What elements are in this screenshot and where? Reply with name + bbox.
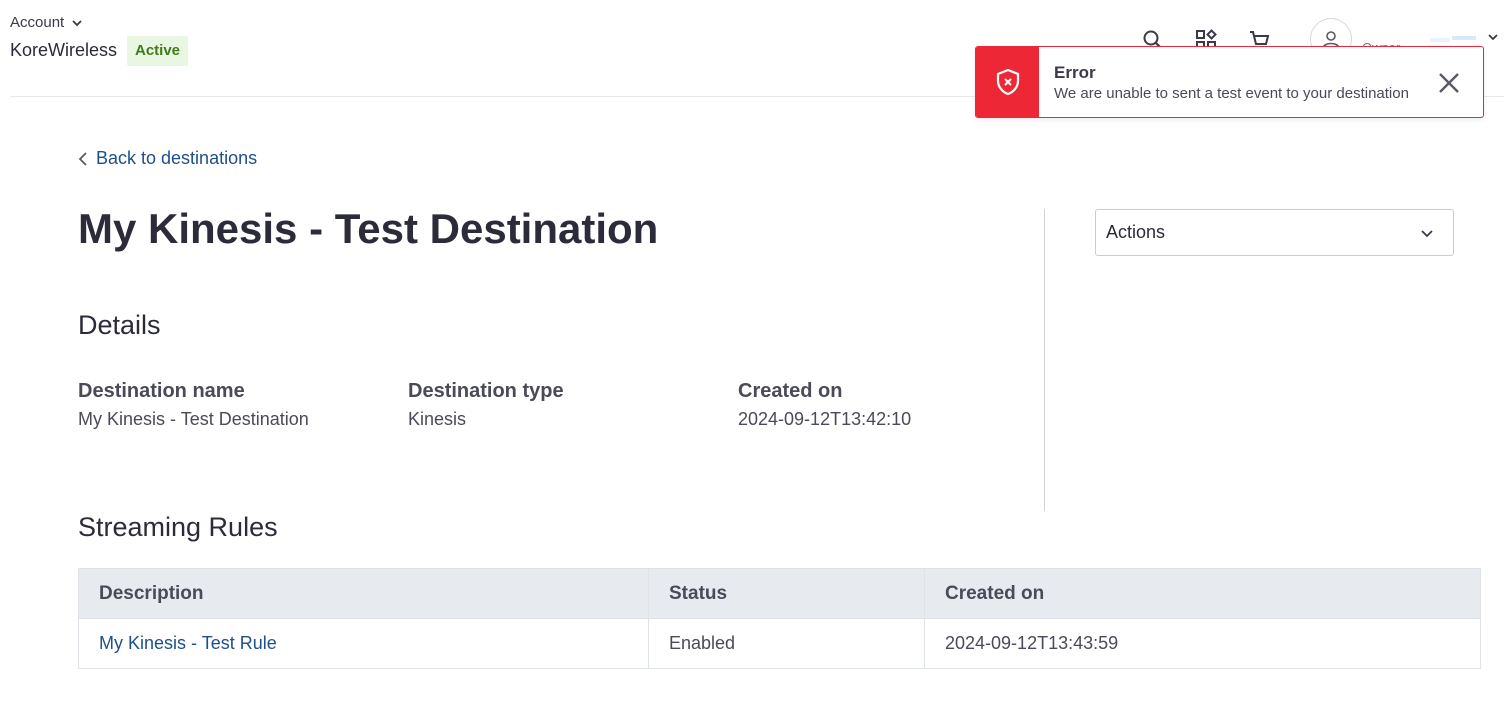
rule-status: Enabled	[648, 618, 925, 669]
page-title: My Kinesis - Test Destination	[78, 205, 659, 252]
account-name: KoreWireless	[10, 40, 118, 60]
chevron-left-icon	[78, 151, 87, 166]
details-heading: Details	[78, 310, 161, 340]
vertical-divider	[1044, 209, 1045, 511]
detail-label: Created on	[738, 380, 843, 402]
chevron-down-icon	[72, 19, 82, 26]
account-label: Account	[10, 14, 65, 31]
actions-label: Actions	[1106, 222, 1166, 242]
streaming-rules-table: Description Status Created on My Kinesis…	[78, 568, 1481, 669]
back-to-destinations-link[interactable]: Back to destinations	[78, 148, 257, 169]
detail-created-on: Created on 2024-09-12T13:42:10	[738, 380, 911, 430]
shield-error-icon	[996, 68, 1019, 96]
detail-value: Kinesis	[408, 409, 467, 429]
column-header-description[interactable]: Description	[78, 568, 649, 619]
toast-icon-strip	[976, 47, 1039, 117]
detail-label: Destination name	[78, 380, 245, 402]
toast-message: We are unable to sent a test event to yo…	[1054, 85, 1409, 102]
toast-title: Error	[1054, 63, 1096, 82]
chevron-down-icon	[1421, 229, 1433, 237]
account-switcher[interactable]: Account	[10, 14, 84, 31]
column-header-created-on[interactable]: Created on	[924, 568, 1481, 619]
status-badge: Active	[127, 36, 189, 66]
rule-description-link[interactable]: My Kinesis - Test Rule	[78, 618, 649, 669]
streaming-rules-heading: Streaming Rules	[78, 512, 278, 542]
table-header-row: Description Status Created on	[78, 568, 1481, 619]
detail-value: 2024-09-12T13:42:10	[738, 409, 912, 429]
column-header-status[interactable]: Status	[648, 568, 925, 619]
error-toast: Error We are unable to sent a test event…	[975, 46, 1484, 118]
table-row: My Kinesis - Test Rule Enabled 2024-09-1…	[78, 618, 1481, 669]
back-link-label: Back to destinations	[96, 148, 258, 168]
detail-destination-name: Destination name My Kinesis - Test Desti…	[78, 380, 309, 430]
chevron-down-icon[interactable]	[1486, 30, 1500, 44]
rule-created-on: 2024-09-12T13:43:59	[924, 618, 1481, 669]
detail-label: Destination type	[408, 380, 564, 402]
detail-destination-type: Destination type Kinesis	[408, 380, 564, 430]
org-logo-icon	[1430, 36, 1476, 42]
close-icon[interactable]	[1435, 69, 1463, 97]
detail-value: My Kinesis - Test Destination	[78, 409, 309, 429]
actions-dropdown[interactable]: Actions	[1095, 209, 1454, 256]
